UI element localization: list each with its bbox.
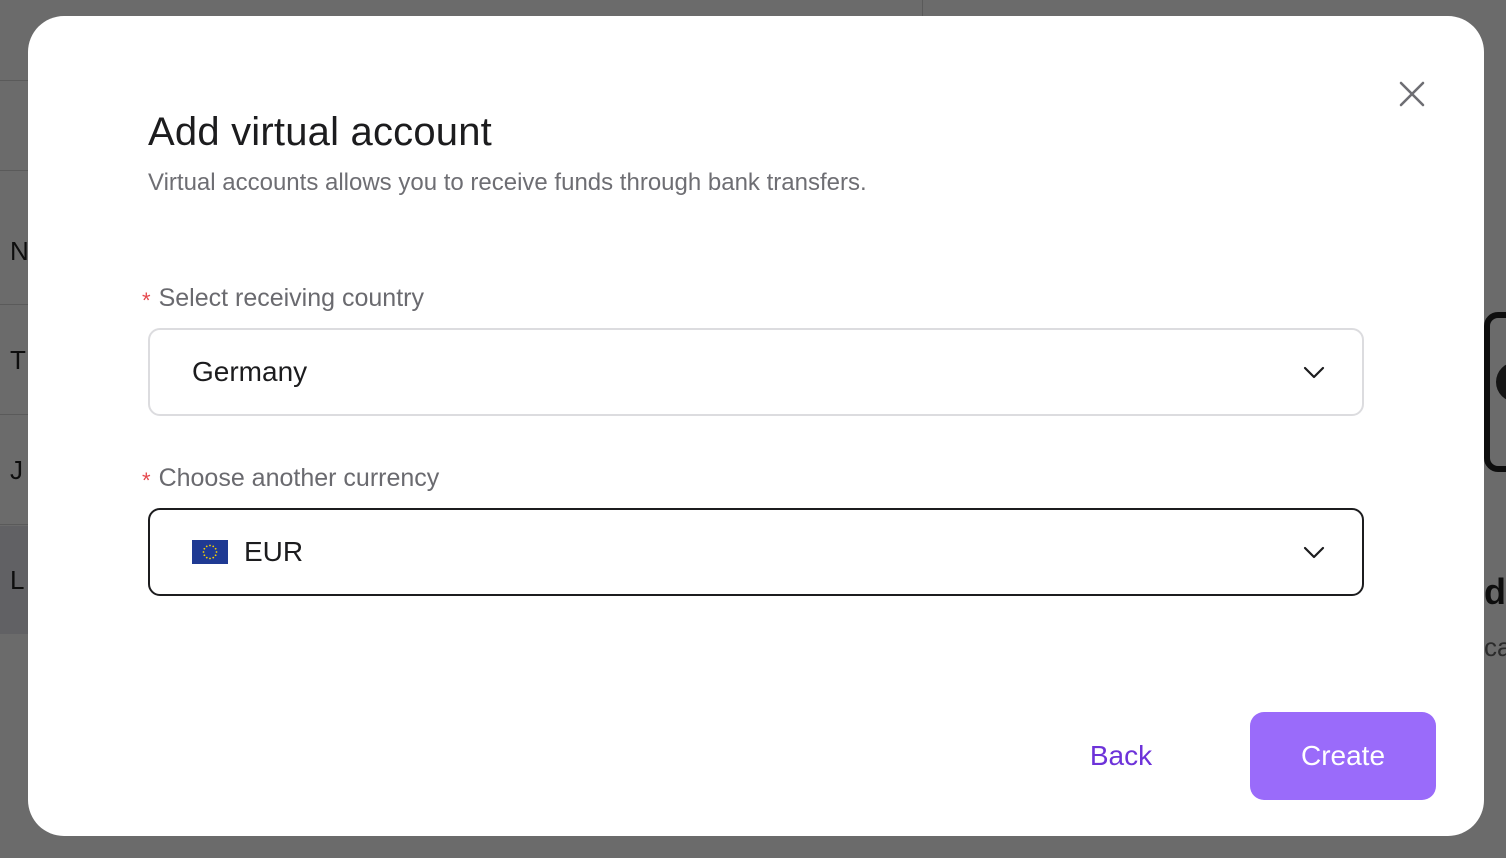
currency-select-value: EUR xyxy=(244,536,304,567)
currency-select[interactable]: EUR xyxy=(148,508,1364,596)
country-field-label: * Select receiving country xyxy=(142,283,424,313)
currency-label-text: Choose another currency xyxy=(158,464,440,492)
close-icon xyxy=(1399,81,1425,107)
required-asterisk: * xyxy=(142,468,151,493)
chevron-down-icon xyxy=(1303,366,1325,379)
back-button[interactable]: Back xyxy=(1068,712,1174,800)
country-select-value: Germany xyxy=(192,356,308,387)
chevron-down-icon xyxy=(1303,546,1325,559)
close-button[interactable] xyxy=(1390,72,1434,116)
country-select[interactable]: Germany xyxy=(148,328,1364,416)
eu-flag-icon xyxy=(192,540,228,564)
currency-field-label: * Choose another currency xyxy=(142,463,439,493)
required-asterisk: * xyxy=(142,288,151,313)
modal-title: Add virtual account xyxy=(148,110,492,154)
country-label-text: Select receiving country xyxy=(158,284,424,312)
add-virtual-account-modal: Add virtual account Virtual accounts all… xyxy=(28,16,1484,836)
create-button[interactable]: Create xyxy=(1250,712,1436,800)
modal-subtitle: Virtual accounts allows you to receive f… xyxy=(148,169,867,196)
